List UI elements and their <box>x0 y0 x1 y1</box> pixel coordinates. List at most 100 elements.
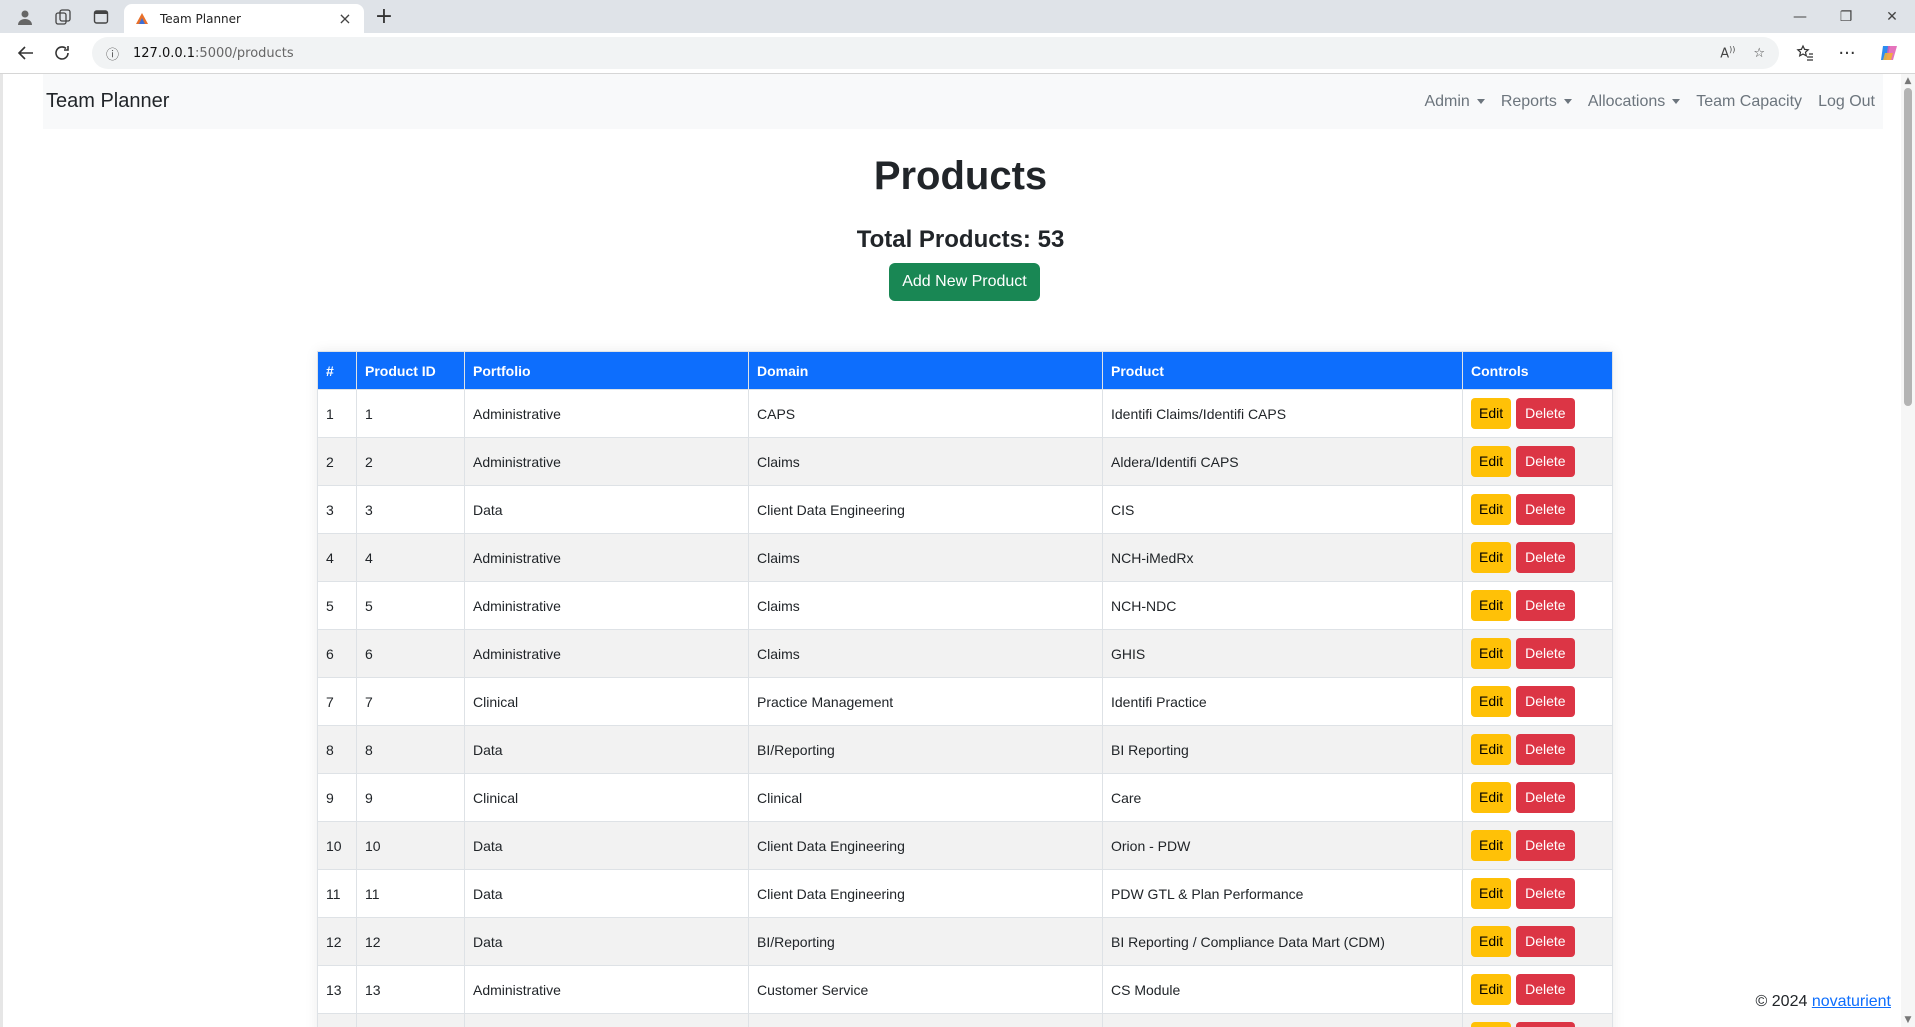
tab-actions-icon[interactable] <box>84 2 118 32</box>
delete-button[interactable]: Delete <box>1516 446 1575 477</box>
app-navbar: Team Planner Admin Reports Allocations T… <box>43 74 1883 129</box>
delete-button[interactable]: Delete <box>1516 398 1575 429</box>
caret-down-icon <box>1672 99 1681 104</box>
header-product-id: Product ID <box>356 351 465 390</box>
cell-portfolio: Clinical <box>464 677 749 726</box>
edit-button[interactable]: Edit <box>1471 398 1512 429</box>
delete-button[interactable]: Delete <box>1516 686 1575 717</box>
header-product: Product <box>1102 351 1463 390</box>
nav-team-capacity[interactable]: Team Capacity <box>1688 85 1810 119</box>
new-tab-button[interactable]: + <box>368 2 400 32</box>
scroll-up-icon[interactable]: ▲ <box>1903 76 1913 86</box>
cell-product: NCH-iMedRx <box>1102 533 1463 582</box>
cell-product-id: 1 <box>356 389 465 438</box>
cell-number: 7 <box>317 677 357 726</box>
nav-allocations-dropdown[interactable]: Allocations <box>1580 85 1688 119</box>
cell-product: PDW GTL & Plan Performance <box>1102 869 1463 918</box>
add-new-product-button[interactable]: Add New Product <box>889 263 1040 301</box>
edit-button[interactable]: Edit <box>1471 686 1512 717</box>
delete-button[interactable]: Delete <box>1516 782 1575 813</box>
delete-button[interactable]: Delete <box>1516 830 1575 861</box>
edit-button[interactable]: Edit <box>1471 782 1512 813</box>
url-host: 127.0.0.1 <box>133 45 196 61</box>
edit-button[interactable]: Edit <box>1471 1022 1512 1027</box>
favorites-icon[interactable] <box>1787 37 1823 69</box>
close-tab-icon[interactable]: × <box>336 9 354 28</box>
cell-portfolio: Administrative <box>464 533 749 582</box>
cell-domain: Claims <box>748 581 1103 630</box>
footer: © 2024 novaturient <box>1756 993 1891 1011</box>
scroll-down-icon[interactable]: ▼ <box>1903 1015 1913 1025</box>
url-input[interactable]: ⓘ 127.0.0.1:5000/products A)) ☆ <box>92 37 1779 69</box>
cell-domain: Claims <box>748 533 1103 582</box>
total-products: Total Products: 53 <box>856 226 1065 253</box>
cell-product: BI Reporting / Compliance Data Mart (CDM… <box>1102 917 1463 966</box>
cell-product-id: 6 <box>356 629 465 678</box>
url-path: :5000/products <box>195 45 294 61</box>
delete-button[interactable]: Delete <box>1516 638 1575 669</box>
cell-product: Orion - PDW <box>1102 821 1463 870</box>
cell-number: 8 <box>317 725 357 774</box>
restore-icon[interactable]: ❐ <box>1823 0 1869 33</box>
cell-number: 6 <box>317 629 357 678</box>
cell-controls: EditDelete <box>1462 389 1613 438</box>
delete-button[interactable]: Delete <box>1516 878 1575 909</box>
workspaces-icon[interactable] <box>46 2 80 32</box>
tab-team-planner[interactable]: Team Planner × <box>124 4 364 33</box>
table-row: 8 8 Data BI/Reporting BI Reporting Edit Delete <box>317 725 1613 774</box>
minimize-icon[interactable]: — <box>1777 0 1823 33</box>
cell-portfolio: Data <box>464 725 749 774</box>
tab-title: Team Planner <box>160 11 241 26</box>
delete-button[interactable]: Delete <box>1516 734 1575 765</box>
page-scrollbar[interactable]: ▲ ▼ <box>1901 74 1915 1027</box>
back-icon[interactable] <box>8 37 44 69</box>
table-row: 6 6 Administrative Claims GHIS Edit Delete <box>317 629 1613 678</box>
table-row: 1 1 Administrative CAPS Identifi Claims/Iden… <box>317 389 1613 438</box>
delete-button[interactable]: Delete <box>1516 542 1575 573</box>
edit-button[interactable]: Edit <box>1471 638 1512 669</box>
page-title: Products <box>873 154 1048 198</box>
edit-button[interactable]: Edit <box>1471 734 1512 765</box>
cell-product: Identifi Claims/Identifi CAPS <box>1102 389 1463 438</box>
cell-domain: BI/Reporting <box>748 917 1103 966</box>
edit-button[interactable]: Edit <box>1471 542 1512 573</box>
cell-portfolio: Administrative <box>464 437 749 486</box>
cell-domain: Claims <box>748 437 1103 486</box>
cell-product-id: 2 <box>356 437 465 486</box>
refresh-icon[interactable] <box>44 37 80 69</box>
nav-admin-dropdown[interactable]: Admin <box>1416 85 1492 119</box>
scrollbar-thumb[interactable] <box>1904 88 1912 406</box>
cell-portfolio: Data <box>464 821 749 870</box>
edit-button[interactable]: Edit <box>1471 926 1512 957</box>
edit-button[interactable]: Edit <box>1471 494 1512 525</box>
edit-button[interactable]: Edit <box>1471 878 1512 909</box>
footer-link[interactable]: novaturient <box>1812 993 1891 1010</box>
cell-product: CIS <box>1102 485 1463 534</box>
edit-button[interactable]: Edit <box>1471 830 1512 861</box>
favorite-star-icon[interactable]: ☆ <box>1753 46 1765 61</box>
edit-button[interactable]: Edit <box>1471 446 1512 477</box>
more-menu-icon[interactable]: ··· <box>1829 37 1865 69</box>
close-window-icon[interactable]: ✕ <box>1869 0 1915 33</box>
profile-icon[interactable] <box>8 2 42 32</box>
delete-button[interactable]: Delete <box>1516 926 1575 957</box>
browser-tab-bar: Team Planner × + — ❐ ✕ <box>0 0 1915 33</box>
cell-product-id: 8 <box>356 725 465 774</box>
nav-log-out[interactable]: Log Out <box>1810 85 1883 119</box>
table-header-row: # Product ID Portfolio Domain Product Co… <box>317 351 1613 390</box>
read-aloud-icon[interactable]: A)) <box>1720 45 1735 61</box>
navbar-brand[interactable]: Team Planner <box>46 90 169 113</box>
copilot-icon[interactable] <box>1871 37 1907 69</box>
header-domain: Domain <box>748 351 1103 390</box>
delete-button[interactable]: Delete <box>1516 974 1575 1005</box>
delete-button[interactable]: Delete <box>1516 494 1575 525</box>
nav-reports-dropdown[interactable]: Reports <box>1493 85 1580 119</box>
cell-domain: Practice Management <box>748 677 1103 726</box>
site-info-icon[interactable]: ⓘ <box>106 44 119 63</box>
table-row: 11 11 Data Client Data Engineering PDW GTL &… <box>317 869 1613 918</box>
edit-button[interactable]: Edit <box>1471 590 1512 621</box>
delete-button[interactable]: Delete <box>1516 590 1575 621</box>
delete-button[interactable]: Delete <box>1516 1022 1575 1027</box>
cell-product-id: 11 <box>356 869 465 918</box>
edit-button[interactable]: Edit <box>1471 974 1512 1005</box>
